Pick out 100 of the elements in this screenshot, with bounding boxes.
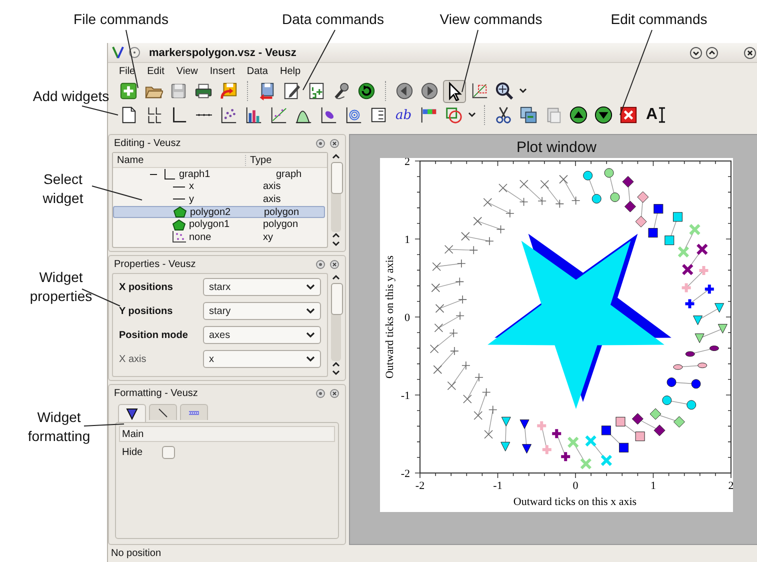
callout-label: View commands [438,10,544,29]
menu-item[interactable]: Data [242,66,275,76]
key-legend-icon [369,105,388,125]
column-header[interactable]: Type [246,154,272,166]
export-disk-icon [219,81,238,101]
maximize-icon[interactable] [706,46,718,58]
scrollbar[interactable] [330,273,342,377]
widget-name: y [189,194,195,205]
copy-icon [519,105,538,125]
next-page-icon [420,81,439,101]
tick-label: -2 [400,468,410,480]
menu-item[interactable]: Insert [204,66,242,76]
callout-label: Widget formatting [26,408,92,446]
fit-line-icon [269,105,288,125]
edit-data-icon [282,81,301,101]
text-label-button[interactable]: ab [392,104,415,126]
plot-title: Plot window [515,138,598,158]
menu-item[interactable]: View [171,66,205,76]
scrollbar[interactable] [330,152,342,248]
property-dropdown[interactable]: starx [203,278,321,296]
tree-row[interactable]: graph1 graph [113,168,325,181]
caret-icon [306,356,315,362]
menu-item[interactable]: Edit [142,66,172,76]
float-icon[interactable] [316,260,325,269]
microphone-icon [332,81,351,101]
minimize-icon[interactable] [690,46,702,58]
widget-name: x [189,181,195,192]
scroll-arrows-icon[interactable] [331,232,341,248]
move-down-icon [594,105,613,125]
tree-row[interactable]: none xy [113,230,325,244]
pointer-button[interactable] [443,80,466,102]
callout-label: File commands [72,10,170,29]
widget-type: axis [263,181,281,192]
widget-name: polygon2 [190,206,232,218]
tick-label: 0 [404,312,410,324]
widget-type: graph [276,168,302,180]
tick-label: -2 [415,480,425,492]
float-icon[interactable] [316,389,325,398]
axis-line-icon [194,113,212,117]
setting-label: Hide [122,447,144,458]
import-disk-icon [257,81,276,101]
close-icon[interactable] [330,389,339,398]
property-dropdown[interactable]: stary [203,302,321,320]
format-tab[interactable] [118,404,146,422]
float-icon[interactable] [316,139,325,148]
new-document-icon [119,81,138,101]
zoom-button[interactable] [493,80,516,102]
close-icon[interactable] [744,46,756,58]
text-cursor-icon [658,107,665,123]
panel-title: Editing - Veusz [114,138,181,149]
tick-label: 1 [650,480,656,492]
leader-line [302,30,336,90]
widget-name: none [189,232,212,243]
widget-type: polygon [263,219,298,230]
scissors-icon [494,105,513,125]
widget-type: polygon [264,206,300,218]
scatter-points-icon [219,105,238,125]
triangle-icon [125,406,139,420]
zoom-graph-icon [470,81,489,101]
callout-label: Data commands [281,10,385,29]
property-label: X axis [119,354,148,364]
close-icon[interactable] [330,260,339,269]
property-dropdown[interactable]: axes [203,326,321,344]
tick-label: 2 [728,480,733,492]
close-icon[interactable] [330,139,339,148]
tree-row[interactable]: polygon2 polygon [113,206,325,218]
callout-label: Select widget [42,170,84,208]
axis-title: Outward ticks on this x axis [513,496,637,508]
scrollbar-thumb[interactable] [331,162,343,194]
status-text: No position [110,547,162,561]
panel-title: Formatting - Veusz [114,388,198,399]
font-button[interactable]: A [642,104,669,126]
move-down-button[interactable] [592,104,615,126]
scatter-icon [172,231,186,244]
property-dropdown[interactable]: x [203,350,321,368]
caret-icon [306,308,315,314]
axis-title: Outward ticks on this y axis [384,255,396,379]
scrollbar-thumb[interactable] [331,283,343,315]
shape-icon [444,105,463,125]
format-tab[interactable] [149,404,177,420]
pentagon-icon [173,206,187,218]
scroll-arrows-icon[interactable] [331,361,341,377]
tree-row[interactable]: x axis [113,180,325,194]
widget-type: axis [263,194,281,205]
callout-label: Widget properties [28,268,94,306]
checkbox[interactable] [162,446,175,459]
create-data-icon [307,81,326,101]
callout-label: Edit commands [610,10,708,29]
menu-item[interactable]: File [114,66,142,76]
leader-line [92,186,142,200]
column-header[interactable]: Name [113,154,246,166]
menu-item[interactable]: Help [275,66,308,76]
move-up-button[interactable] [567,104,590,126]
move-up-icon [569,105,588,125]
caret-icon [306,332,315,338]
leader-line [82,106,118,116]
tree-row[interactable]: y axis [113,193,325,206]
leader-line [462,30,478,92]
tick-label: -1 [493,480,502,492]
tree-row[interactable]: polygon1 polygon [113,218,325,231]
